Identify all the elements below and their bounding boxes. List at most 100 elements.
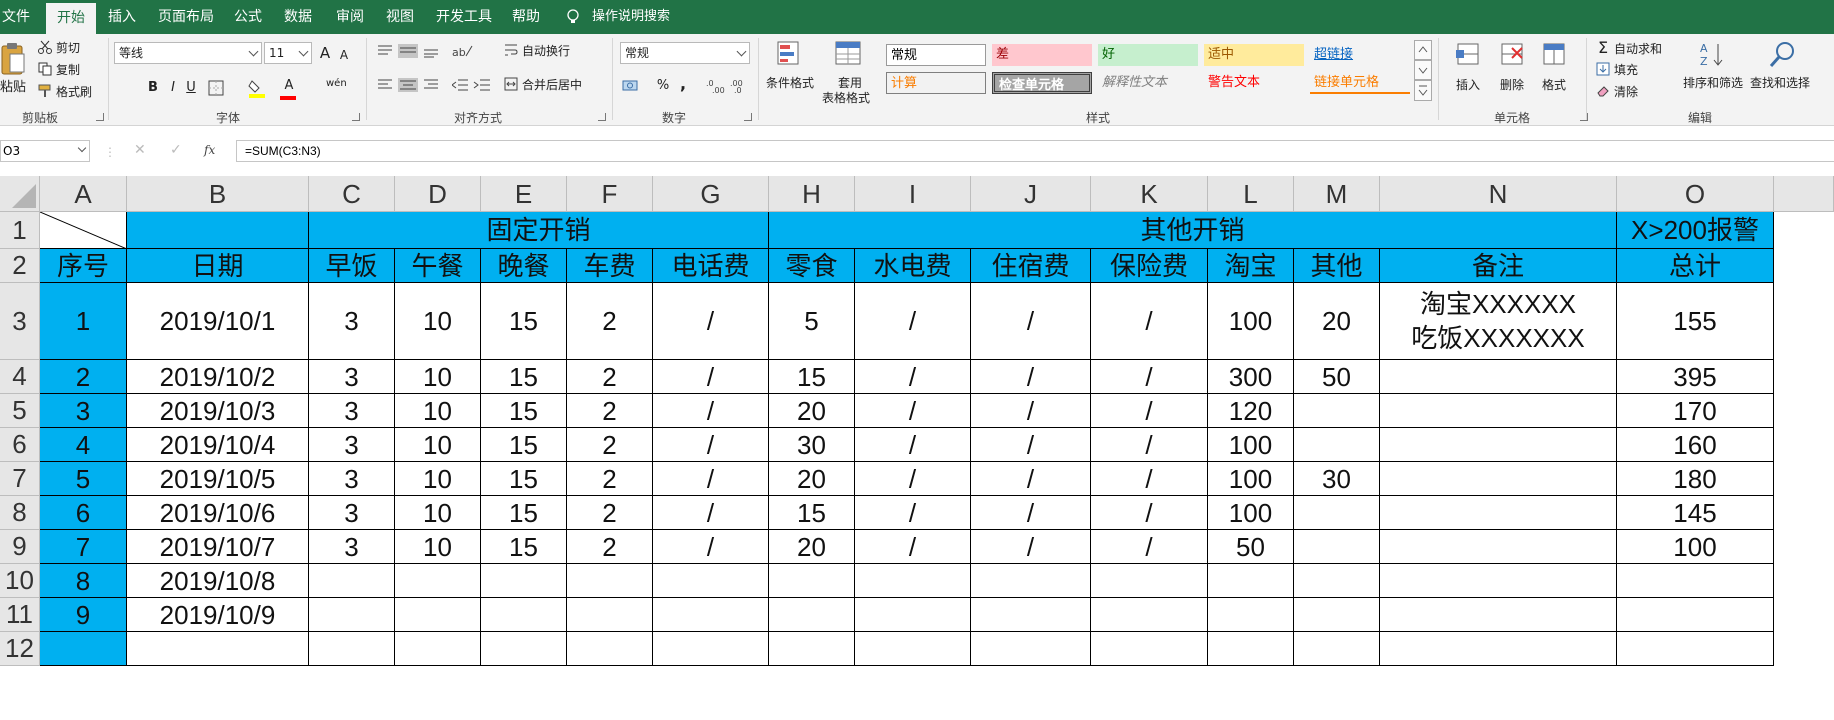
cell-l11[interactable] xyxy=(1208,598,1294,632)
column-title-c[interactable]: 早饭 xyxy=(309,249,395,283)
cell-m7[interactable]: 30 xyxy=(1294,462,1380,496)
cell-f9[interactable]: 2 xyxy=(567,530,653,564)
comma-button[interactable]: , xyxy=(678,74,688,94)
cell-g3[interactable]: / xyxy=(653,283,769,360)
cell-a9[interactable]: 7 xyxy=(40,530,127,564)
cell-f7[interactable]: 2 xyxy=(567,462,653,496)
fill-down-icon[interactable] xyxy=(1596,62,1610,76)
name-box[interactable]: O3 xyxy=(0,140,90,162)
insert-function-icon[interactable]: fx xyxy=(204,143,215,157)
format-cells-icon[interactable] xyxy=(1540,40,1568,68)
row-header-7[interactable]: 7 xyxy=(0,462,40,496)
cell-c7[interactable]: 3 xyxy=(309,462,395,496)
tab-data[interactable]: 数据 xyxy=(284,0,312,34)
cell-h7[interactable]: 20 xyxy=(769,462,855,496)
cell-n9[interactable] xyxy=(1380,530,1617,564)
indent-icons[interactable] xyxy=(452,78,492,92)
tell-me-search[interactable]: 操作说明搜索 xyxy=(592,0,670,34)
cell-n4[interactable] xyxy=(1380,360,1617,394)
cell-l12[interactable] xyxy=(1208,632,1294,666)
copy-button[interactable]: 复制 xyxy=(56,61,80,78)
wrap-text-icon[interactable] xyxy=(504,43,518,57)
delete-button[interactable]: 删除 xyxy=(1500,76,1524,93)
cell-h4[interactable]: 15 xyxy=(769,360,855,394)
cell-o4[interactable]: 395 xyxy=(1617,360,1774,394)
cell-n6[interactable] xyxy=(1380,428,1617,462)
row-header-9[interactable]: 9 xyxy=(0,530,40,564)
delete-cells-icon[interactable] xyxy=(1498,40,1526,68)
cell-b5[interactable]: 2019/10/3 xyxy=(127,394,309,428)
clear-button[interactable]: 清除 xyxy=(1614,83,1638,100)
cell-f5[interactable]: 2 xyxy=(567,394,653,428)
column-title-o[interactable]: 总计 xyxy=(1617,249,1774,283)
cell-f8[interactable]: 2 xyxy=(567,496,653,530)
cell-m11[interactable] xyxy=(1294,598,1380,632)
cell-m10[interactable] xyxy=(1294,564,1380,598)
cell-m8[interactable] xyxy=(1294,496,1380,530)
style-linked-cell[interactable]: 链接单元格 xyxy=(1310,72,1410,94)
cell-g5[interactable]: / xyxy=(653,394,769,428)
column-header-j[interactable]: J xyxy=(971,176,1091,212)
conditional-formatting-button[interactable]: 条件格式 xyxy=(766,74,814,91)
font-size-select[interactable]: 11 xyxy=(264,42,312,64)
cell-l6[interactable]: 100 xyxy=(1208,428,1294,462)
cell-a3[interactable]: 1 xyxy=(40,283,127,360)
cell-j4[interactable]: / xyxy=(971,360,1091,394)
cell-k11[interactable] xyxy=(1091,598,1208,632)
style-normal[interactable]: 常规 xyxy=(886,44,986,66)
cell-b7[interactable]: 2019/10/5 xyxy=(127,462,309,496)
cell-d3[interactable]: 10 xyxy=(395,283,481,360)
cell-o9[interactable]: 100 xyxy=(1617,530,1774,564)
cell-a5[interactable]: 3 xyxy=(40,394,127,428)
header-alert-threshold[interactable]: X>200报警 xyxy=(1617,212,1774,249)
cell-j12[interactable] xyxy=(971,632,1091,666)
sort-filter-icon[interactable]: AZ xyxy=(1698,40,1726,70)
cell-b1[interactable] xyxy=(127,212,309,249)
cell-g10[interactable] xyxy=(653,564,769,598)
fill-button[interactable]: 填充 xyxy=(1614,61,1638,78)
paste-button-label[interactable]: 粘贴 xyxy=(0,76,26,95)
cell-c5[interactable]: 3 xyxy=(309,394,395,428)
column-header-o[interactable]: O xyxy=(1617,176,1774,212)
format-painter-button[interactable]: 格式刷 xyxy=(56,83,92,100)
cell-g9[interactable]: / xyxy=(653,530,769,564)
percent-button[interactable]: % xyxy=(656,76,670,96)
column-header-l[interactable]: L xyxy=(1208,176,1294,212)
italic-button[interactable]: I xyxy=(166,78,180,98)
cell-o8[interactable]: 145 xyxy=(1617,496,1774,530)
cell-k7[interactable]: / xyxy=(1091,462,1208,496)
cell-l10[interactable] xyxy=(1208,564,1294,598)
sigma-icon[interactable]: Σ xyxy=(1596,38,1610,58)
cell-j8[interactable]: / xyxy=(971,496,1091,530)
cell-j10[interactable] xyxy=(971,564,1091,598)
number-format-select[interactable]: 常规 xyxy=(620,42,750,64)
cell-m3[interactable]: 20 xyxy=(1294,283,1380,360)
scissors-icon[interactable] xyxy=(38,40,52,54)
cell-g6[interactable]: / xyxy=(653,428,769,462)
cell-c11[interactable] xyxy=(309,598,395,632)
column-header-n[interactable]: N xyxy=(1380,176,1617,212)
cell-e12[interactable] xyxy=(481,632,567,666)
cell-k6[interactable]: / xyxy=(1091,428,1208,462)
clipboard-launcher-icon[interactable] xyxy=(96,113,104,121)
tab-view[interactable]: 视图 xyxy=(386,0,414,34)
cell-i8[interactable]: / xyxy=(855,496,971,530)
cell-i10[interactable] xyxy=(855,564,971,598)
style-hyperlink[interactable]: 超链接 xyxy=(1310,44,1410,66)
cell-d9[interactable]: 10 xyxy=(395,530,481,564)
style-calculation[interactable]: 计算 xyxy=(886,72,986,94)
cell-i12[interactable] xyxy=(855,632,971,666)
cell-i9[interactable]: / xyxy=(855,530,971,564)
table-format-label-2[interactable]: 表格格式 xyxy=(822,89,870,106)
column-title-d[interactable]: 午餐 xyxy=(395,249,481,283)
format-painter-icon[interactable] xyxy=(38,84,52,98)
style-check-cell[interactable]: 检查单元格 xyxy=(992,72,1092,94)
cell-i4[interactable]: / xyxy=(855,360,971,394)
cell-m12[interactable] xyxy=(1294,632,1380,666)
cell-a11[interactable]: 9 xyxy=(40,598,127,632)
column-title-m[interactable]: 其他 xyxy=(1294,249,1380,283)
column-header-m[interactable]: M xyxy=(1294,176,1380,212)
table-format-icon[interactable] xyxy=(834,40,864,70)
cell-c4[interactable]: 3 xyxy=(309,360,395,394)
cell-n11[interactable] xyxy=(1380,598,1617,632)
